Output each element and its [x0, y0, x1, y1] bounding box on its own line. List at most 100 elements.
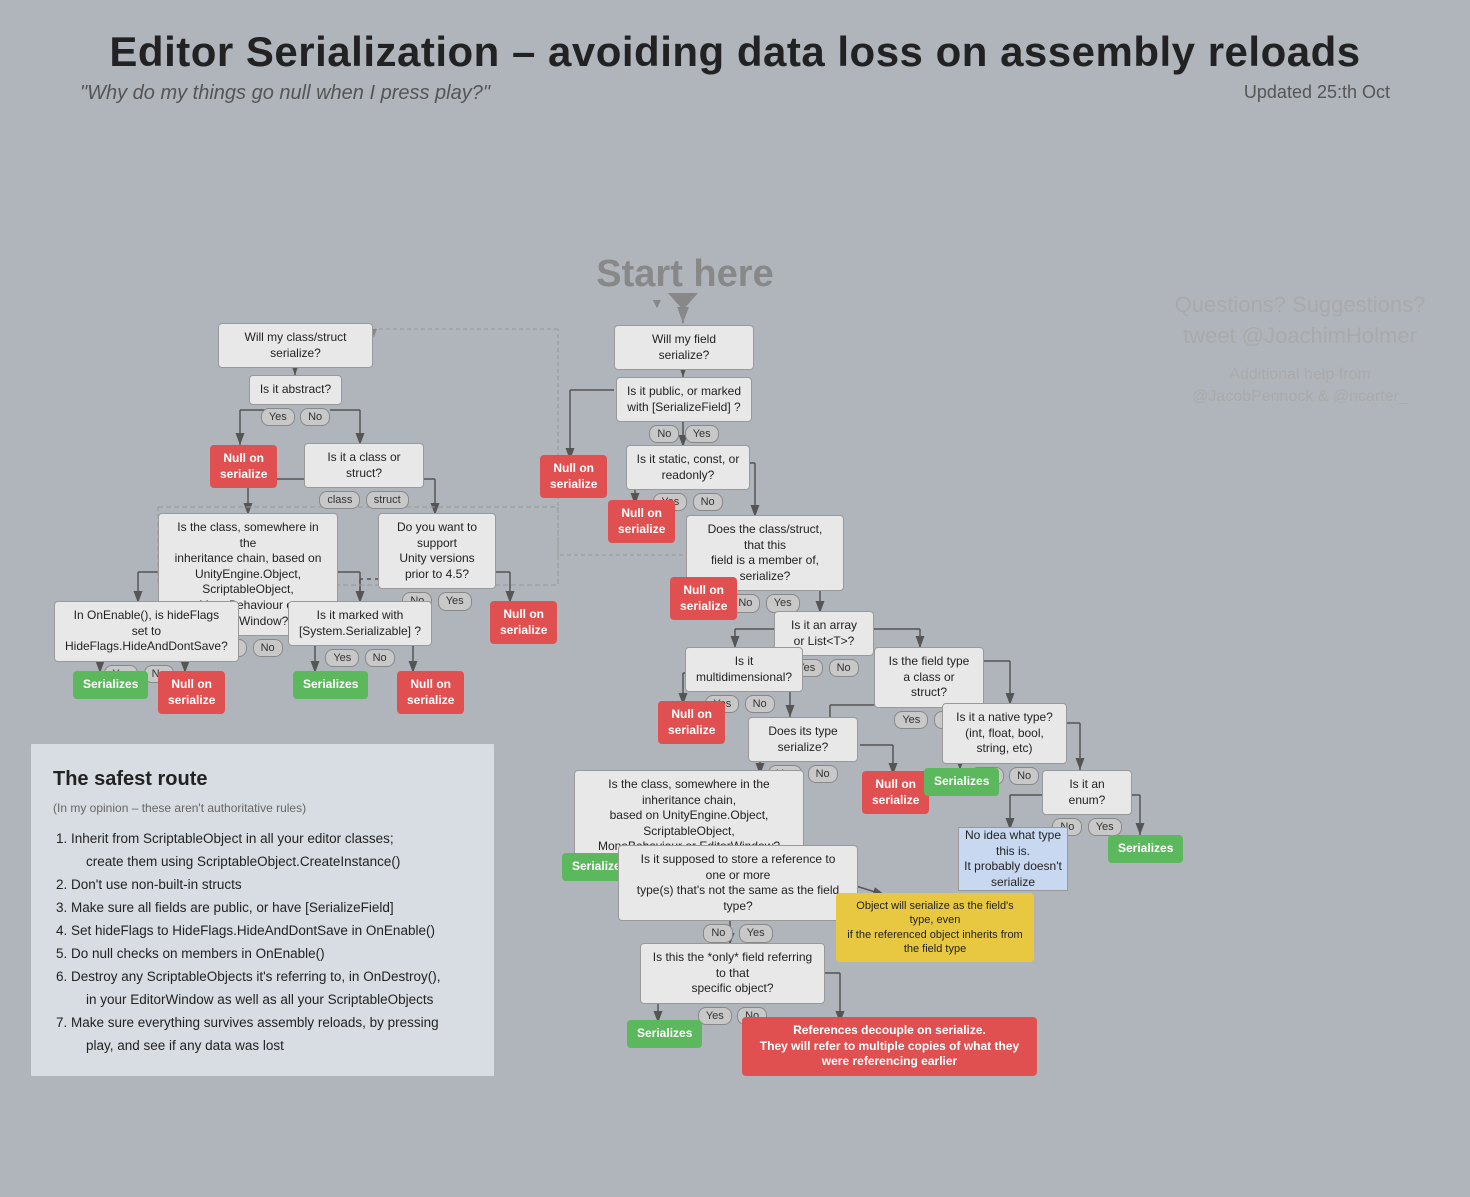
page-container: Editor Serialization – avoiding data los…	[0, 0, 1470, 1197]
safest-route-item-6: Destroy any ScriptableObjects it's refer…	[71, 966, 472, 1012]
node-serializes2: Serializes	[293, 671, 368, 699]
no-label-5: No	[745, 695, 775, 713]
is-marked-serializable-box: Is it marked with[System.Serializable] ?	[288, 601, 432, 646]
additional-help: Additional help from@JacobPennock & @nca…	[1160, 364, 1440, 409]
node-serializes6: Serializes	[1108, 835, 1183, 863]
node-is-marked-serializable: Is it marked with[System.Serializable] ?…	[286, 601, 434, 668]
class-label: class	[319, 491, 360, 509]
no-idea-box: No idea what type this is.It probably do…	[958, 827, 1068, 891]
node-is-supposed-store: Is it supposed to store a reference to o…	[618, 845, 858, 944]
yes-label-left5: Yes	[325, 649, 359, 667]
node-will-field-serialize: Will my field serialize?	[614, 325, 754, 370]
serializes5-box: Serializes	[924, 768, 999, 796]
is-enum-box: Is it an enum?	[1042, 770, 1132, 815]
safest-route-item-4: Set hideFlags to HideFlags.HideAndDontSa…	[71, 920, 472, 943]
null7-box: Null onserialize	[670, 577, 737, 620]
subtitle-row: "Why do my things go null when I press p…	[0, 82, 1470, 105]
yes-label-6: Yes	[894, 711, 928, 729]
serializes2-box: Serializes	[293, 671, 368, 699]
will-field-serialize-box: Will my field serialize?	[614, 325, 754, 370]
serializes6-box: Serializes	[1108, 835, 1183, 863]
no-label-4: No	[829, 659, 859, 677]
safest-route-item-5: Do null checks on members in OnEnable()	[71, 943, 472, 966]
safest-route-item-3: Make sure all fields are public, or have…	[71, 897, 472, 920]
node-null6: Null onserialize	[608, 500, 675, 543]
in-on-enable-box: In OnEnable(), is hideFlags set toHideFl…	[54, 601, 239, 662]
node-null3: Null onserialize	[397, 671, 464, 714]
node-serializes5: Serializes	[924, 768, 999, 796]
null3-box: Null onserialize	[397, 671, 464, 714]
is-native-box: Is it a native type?(int, float, bool, s…	[942, 703, 1067, 764]
node-serializes4: Serializes	[627, 1020, 702, 1048]
null8-box: Null onserialize	[658, 701, 725, 744]
no-label-11: No	[703, 924, 733, 942]
struct-label: struct	[366, 491, 409, 509]
subtitle-right: Updated 25:th Oct	[1244, 82, 1390, 105]
no-label-left1: No	[300, 408, 330, 426]
questions-text: Questions? Suggestions? tweet @JoachimHo…	[1175, 292, 1426, 348]
safest-route-item-1: Inherit from ScriptableObject in all you…	[71, 828, 472, 874]
safest-route-title: The safest route	[53, 762, 472, 796]
null6-box: Null onserialize	[608, 500, 675, 543]
node-is-abstract: Is it abstract? Yes No	[238, 375, 353, 427]
no-label-1: No	[649, 425, 679, 443]
node-references-decouple: References decouple on serialize.They wi…	[742, 1017, 1037, 1076]
object-serialize-box: Object will serialize as the field's typ…	[836, 893, 1034, 962]
want-support-unity-box: Do you want to supportUnity versions pri…	[378, 513, 496, 589]
serializes1-box: Serializes	[73, 671, 148, 699]
node-is-only-field: Is this the *only* field referring to th…	[640, 943, 825, 1026]
node-will-class-serialize: Will my class/struct serialize?	[218, 323, 373, 368]
node-object-serialize: Object will serialize as the field's typ…	[836, 893, 1034, 962]
start-here-label: Start here	[555, 253, 815, 296]
will-class-serialize-box: Will my class/struct serialize?	[218, 323, 373, 368]
is-field-class-box: Is the field type a class or struct?	[874, 647, 984, 708]
node-want-support-unity: Do you want to supportUnity versions pri…	[378, 513, 496, 612]
flowchart-area: Start here Questions? Suggestions? tweet…	[0, 105, 1470, 1155]
safest-route-box: The safest route (In my opinion – these …	[30, 743, 495, 1077]
is-abstract-box: Is it abstract?	[249, 375, 342, 405]
questions-box: Questions? Suggestions? tweet @JoachimHo…	[1160, 290, 1440, 408]
is-static-box: Is it static, const, orreadonly?	[626, 445, 751, 490]
serializes4-box: Serializes	[627, 1020, 702, 1048]
null5-box: Null onserialize	[540, 455, 607, 498]
node-null8: Null onserialize	[658, 701, 725, 744]
yes-label-left3: Yes	[438, 592, 472, 610]
node-null7: Null onserialize	[670, 577, 737, 620]
safest-route-subtitle: (In my opinion – these aren't authoritat…	[53, 798, 472, 818]
null4-box: Null onserialize	[490, 601, 557, 644]
yes-label-1: Yes	[685, 425, 719, 443]
subtitle-left: "Why do my things go null when I press p…	[80, 82, 490, 105]
start-arrow-label: ▼	[650, 295, 664, 311]
yes-label-3: Yes	[766, 594, 800, 612]
is-only-field-box: Is this the *only* field referring to th…	[640, 943, 825, 1004]
main-title: Editor Serialization – avoiding data los…	[0, 0, 1470, 76]
node-null5: Null onserialize	[540, 455, 607, 498]
null2-box: Null onserialize	[158, 671, 225, 714]
safest-route-item-2: Don't use non-built-in structs	[71, 874, 472, 897]
is-multi-box: Is it multidimensional?	[685, 647, 803, 692]
node-null4: Null onserialize	[490, 601, 557, 644]
is-class-struct-box: Is it a class or struct?	[304, 443, 424, 488]
yes-label-12: Yes	[698, 1007, 732, 1025]
no-label-2: No	[693, 493, 723, 511]
is-supposed-store-box: Is it supposed to store a reference to o…	[618, 845, 858, 921]
node-null2: Null onserialize	[158, 671, 225, 714]
no-label-left5: No	[365, 649, 395, 667]
yes-label-left1: Yes	[261, 408, 295, 426]
node-no-idea: No idea what type this is.It probably do…	[958, 827, 1068, 891]
does-type-serialize-box: Does its type serialize?	[748, 717, 858, 762]
node-is-public: Is it public, or markedwith [SerializeFi…	[604, 377, 764, 444]
safest-route-item-7: Make sure everything survives assembly r…	[71, 1012, 472, 1058]
null1-box: Null onserialize	[210, 445, 277, 488]
yes-label-11: Yes	[739, 924, 773, 942]
node-serializes1: Serializes	[73, 671, 148, 699]
no-label-8: No	[1009, 767, 1039, 785]
node-is-class-struct: Is it a class or struct? class struct	[304, 443, 424, 510]
references-decouple-box: References decouple on serialize.They wi…	[742, 1017, 1037, 1076]
is-public-box: Is it public, or markedwith [SerializeFi…	[616, 377, 752, 422]
no-label-7: No	[808, 765, 838, 783]
safest-route-list: Inherit from ScriptableObject in all you…	[53, 828, 472, 1057]
yes-label-9: Yes	[1088, 818, 1122, 836]
node-null9: Null onserialize	[862, 771, 929, 814]
no-label-left2: No	[253, 639, 283, 657]
